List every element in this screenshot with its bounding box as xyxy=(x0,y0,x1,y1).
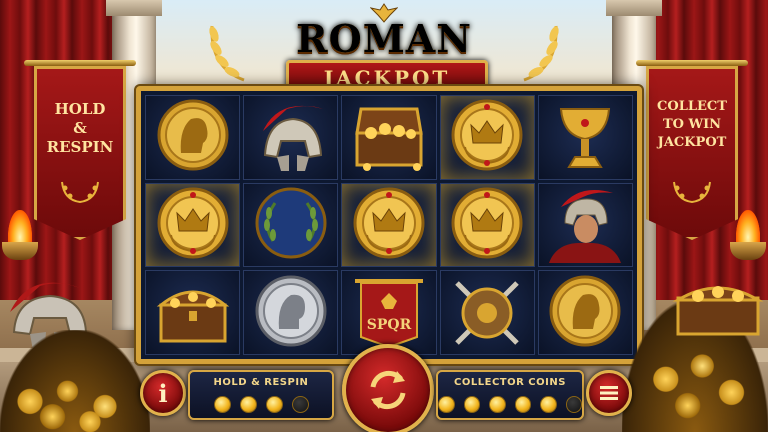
game-scene: ROMAN RICHES JACKPOT HOLD & RESPIN xyxy=(0,0,768,432)
svg-text:SPQR: SPQR xyxy=(367,317,412,333)
reel-cell xyxy=(145,182,241,268)
reel-cell xyxy=(243,182,339,268)
banner-cloth xyxy=(646,66,738,240)
filled-indicator xyxy=(213,396,231,413)
hamburger-menu-icon xyxy=(600,386,618,400)
reel-cell xyxy=(537,95,633,180)
filled-indicator xyxy=(239,396,257,413)
hold-respin-indicators xyxy=(190,396,332,413)
collector-coins-label: COLLECTOR COINS xyxy=(454,377,566,388)
info-label: i xyxy=(158,378,168,408)
banner-line: TO WIN xyxy=(662,117,722,132)
banner-line: JACKPOT xyxy=(657,135,727,150)
banner-line: RESPIN xyxy=(46,138,114,156)
game-logo: ROMAN RICHES JACKPOT xyxy=(200,3,568,106)
spqr-banner-icon: SPQR xyxy=(347,271,431,354)
torch-right-icon xyxy=(730,200,766,260)
crown-coin-icon xyxy=(445,96,529,179)
filled-indicator xyxy=(265,396,283,413)
laurel-wreath-coin-icon xyxy=(249,184,333,267)
filled-indicator xyxy=(463,396,480,413)
reel-cell xyxy=(145,95,241,180)
treasure-chest-icon xyxy=(151,271,235,354)
crown-coin-icon xyxy=(151,184,235,267)
collector-coins-indicators xyxy=(438,396,582,413)
filled-indicator xyxy=(489,396,506,413)
reel-cell xyxy=(243,95,339,180)
hold-respin-label: HOLD & RESPIN xyxy=(213,377,309,388)
reel-cell xyxy=(537,270,633,355)
empty-indicator xyxy=(565,396,582,413)
reel-cell xyxy=(439,270,535,355)
reel-cell xyxy=(145,270,241,355)
reel-cell: SPQR xyxy=(341,270,437,355)
collect-jackpot-banner: COLLECT TO WIN JACKPOT xyxy=(636,60,748,240)
reel-frame: SPQR xyxy=(136,86,642,364)
reel-cell xyxy=(243,270,339,355)
crown-coin-icon xyxy=(347,184,431,267)
wreath-icon xyxy=(673,181,711,204)
banner-line: HOLD xyxy=(54,100,106,118)
reel-grid: SPQR xyxy=(145,95,633,355)
filled-indicator xyxy=(438,396,455,413)
caesar-coin-icon xyxy=(543,271,627,354)
spartan-helmet-icon xyxy=(249,96,333,179)
banner-pole xyxy=(24,60,136,66)
caesar-coin-icon xyxy=(151,96,235,179)
empty-indicator xyxy=(291,396,309,413)
banner-text: HOLD & RESPIN xyxy=(34,100,126,157)
treasure-chest-decoration-icon xyxy=(672,286,764,336)
golden-chalice-icon xyxy=(543,96,627,179)
treasure-chest-open-icon xyxy=(347,96,431,179)
menu-button[interactable] xyxy=(586,370,632,416)
reel-cell xyxy=(537,182,633,268)
banner-text: COLLECT TO WIN JACKPOT xyxy=(646,98,738,152)
silver-emperor-coin-icon xyxy=(249,271,333,354)
collector-coins-panel: COLLECTOR COINS xyxy=(436,370,584,420)
filled-indicator xyxy=(514,396,531,413)
hold-respin-banner: HOLD & RESPIN xyxy=(24,60,136,240)
shield-and-swords-icon xyxy=(445,271,529,354)
reel-cell xyxy=(439,182,535,268)
spin-arrows-icon xyxy=(370,370,406,410)
torch-left-icon xyxy=(2,200,38,260)
reel-cell xyxy=(341,95,437,180)
banner-line: COLLECT xyxy=(657,99,727,114)
spin-button[interactable] xyxy=(342,344,434,432)
banner-line: & xyxy=(73,119,87,137)
info-button[interactable]: i xyxy=(140,370,186,416)
hold-respin-panel: HOLD & RESPIN xyxy=(188,370,334,420)
filled-indicator xyxy=(540,396,557,413)
centurion-warrior-icon xyxy=(543,184,627,267)
laurel-right-icon xyxy=(523,25,559,82)
reel-cell xyxy=(341,182,437,268)
crown-coin-icon xyxy=(445,184,529,267)
wreath-icon xyxy=(61,181,99,204)
banner-pole xyxy=(636,60,748,66)
reel-cell xyxy=(439,95,535,180)
gold-coin-pile-left xyxy=(0,330,150,432)
